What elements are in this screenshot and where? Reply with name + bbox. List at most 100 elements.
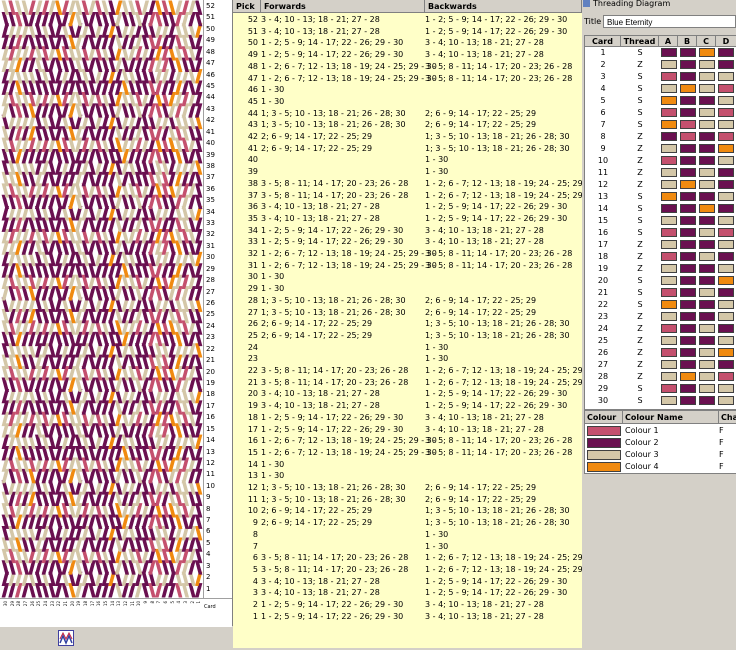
thread-direction[interactable]: S — [621, 395, 659, 407]
hole-b-swatch[interactable] — [680, 156, 696, 165]
colour-row[interactable]: Colour 3 F — [585, 449, 736, 461]
hole-c-swatch[interactable] — [699, 192, 715, 201]
hole-b-swatch[interactable] — [680, 144, 696, 153]
hole-a-swatch[interactable] — [661, 72, 677, 81]
thread-direction[interactable]: S — [621, 95, 659, 107]
hole-b-swatch[interactable] — [680, 216, 696, 225]
table-row[interactable]: 17 1 - 2; 5 - 9; 14 - 17; 22 - 26; 29 - 3… — [233, 424, 582, 435]
colour-name[interactable]: Colour 4 — [625, 461, 659, 473]
table-row[interactable]: 52 3 - 4; 10 - 13; 18 - 21; 27 - 28 1 - 2;… — [233, 14, 582, 25]
hole-b-swatch[interactable] — [680, 168, 696, 177]
card-row[interactable]: 28 Z — [585, 371, 736, 383]
thread-direction[interactable]: S — [621, 227, 659, 239]
hole-a-swatch[interactable] — [661, 96, 677, 105]
card-row[interactable]: 12 Z — [585, 179, 736, 191]
hole-a-swatch[interactable] — [661, 324, 677, 333]
hole-d-swatch[interactable] — [718, 360, 734, 369]
hole-a-swatch[interactable] — [661, 396, 677, 405]
hole-d-swatch[interactable] — [718, 168, 734, 177]
card-row[interactable]: 24 Z — [585, 323, 736, 335]
card-row[interactable]: 1S — [585, 47, 736, 59]
table-row[interactable]: 40 1 - 30 — [233, 154, 582, 165]
hole-b-swatch[interactable] — [680, 252, 696, 261]
card-row[interactable]: 6S — [585, 107, 736, 119]
hole-a-swatch[interactable] — [661, 252, 677, 261]
hole-c-swatch[interactable] — [699, 300, 715, 309]
character-column-header[interactable]: Characte — [719, 411, 736, 424]
table-row[interactable]: 18 1 - 2; 5 - 9; 14 - 17; 22 - 26; 29 - 3… — [233, 412, 582, 423]
thread-direction[interactable]: Z — [621, 335, 659, 347]
table-row[interactable]: 39 1 - 30 — [233, 166, 582, 177]
thread-direction[interactable]: Z — [621, 311, 659, 323]
hole-a-swatch[interactable] — [661, 312, 677, 321]
table-row[interactable]: 63 - 5; 8 - 11; 14 - 17; 20 - 23; 26 - 2… — [233, 552, 582, 563]
hole-d-swatch[interactable] — [718, 348, 734, 357]
hole-d-swatch[interactable] — [718, 192, 734, 201]
hole-c-swatch[interactable] — [699, 372, 715, 381]
hole-a-swatch[interactable] — [661, 360, 677, 369]
thread-direction[interactable]: S — [621, 119, 659, 131]
hole-c-swatch[interactable] — [699, 84, 715, 93]
thread-direction[interactable]: S — [621, 203, 659, 215]
table-row[interactable]: 36 3 - 4; 10 - 13; 18 - 21; 27 - 28 1 - 2;… — [233, 201, 582, 212]
thread-direction[interactable]: Z — [621, 359, 659, 371]
hole-a-header[interactable]: A — [659, 36, 678, 47]
thread-direction[interactable]: S — [621, 299, 659, 311]
hole-b-swatch[interactable] — [680, 396, 696, 405]
forwards-column-header[interactable]: Forwards — [261, 0, 425, 13]
hole-a-swatch[interactable] — [661, 120, 677, 129]
thread-direction[interactable]: Z — [621, 59, 659, 71]
table-row[interactable]: 34 1 - 2; 5 - 9; 14 - 17; 22 - 26; 29 - 3… — [233, 225, 582, 236]
hole-a-swatch[interactable] — [661, 336, 677, 345]
hole-b-header[interactable]: B — [678, 36, 697, 47]
hole-c-swatch[interactable] — [699, 180, 715, 189]
table-row[interactable]: 29 1 - 30 — [233, 283, 582, 294]
colour-name-column-header[interactable]: Colour Name — [623, 411, 719, 424]
thread-direction[interactable]: Z — [621, 143, 659, 155]
colour-row[interactable]: Colour 2 F — [585, 437, 736, 449]
hole-b-swatch[interactable] — [680, 108, 696, 117]
table-row[interactable]: 28 1; 3 - 5; 10 - 13; 18 - 21; 26 - 28; 3… — [233, 295, 582, 306]
hole-c-swatch[interactable] — [699, 132, 715, 141]
card-row[interactable]: 2Z — [585, 59, 736, 71]
card-row[interactable]: 9Z — [585, 143, 736, 155]
hole-b-swatch[interactable] — [680, 132, 696, 141]
hole-d-swatch[interactable] — [718, 108, 734, 117]
hole-c-swatch[interactable] — [699, 228, 715, 237]
hole-d-swatch[interactable] — [718, 48, 734, 57]
colour-row[interactable]: Colour 1 F — [585, 425, 736, 437]
table-row[interactable]: 44 1; 3 - 5; 10 - 13; 18 - 21; 26 - 28; 3… — [233, 108, 582, 119]
hole-d-swatch[interactable] — [718, 372, 734, 381]
hole-c-swatch[interactable] — [699, 60, 715, 69]
table-row[interactable]: 45 1 - 30 — [233, 96, 582, 107]
hole-d-swatch[interactable] — [718, 276, 734, 285]
hole-a-swatch[interactable] — [661, 60, 677, 69]
thread-direction[interactable]: Z — [621, 179, 659, 191]
hole-d-swatch[interactable] — [718, 312, 734, 321]
thread-direction[interactable]: S — [621, 71, 659, 83]
hole-a-swatch[interactable] — [661, 84, 677, 93]
table-row[interactable]: 38 3 - 5; 8 - 11; 14 - 17; 20 - 23; 26 - … — [233, 178, 582, 189]
thread-direction[interactable]: Z — [621, 323, 659, 335]
hole-a-swatch[interactable] — [661, 204, 677, 213]
table-row[interactable]: 8 1 - 30 — [233, 529, 582, 540]
card-row[interactable]: 8Z — [585, 131, 736, 143]
thread-direction[interactable]: S — [621, 83, 659, 95]
table-row[interactable]: 43 - 4; 10 - 13; 18 - 21; 27 - 28 1 - 2; … — [233, 576, 582, 587]
hole-d-swatch[interactable] — [718, 240, 734, 249]
hole-b-swatch[interactable] — [680, 192, 696, 201]
thread-direction[interactable]: S — [621, 47, 659, 59]
table-row[interactable]: 11 1; 3 - 5; 10 - 13; 18 - 21; 26 - 28; 3… — [233, 494, 582, 505]
hole-c-swatch[interactable] — [699, 156, 715, 165]
backwards-column-header[interactable]: Backwards — [425, 0, 582, 13]
table-row[interactable]: 27 1; 3 - 5; 10 - 13; 18 - 21; 26 - 28; 3… — [233, 307, 582, 318]
hole-c-swatch[interactable] — [699, 312, 715, 321]
table-row[interactable]: 43 1; 3 - 5; 10 - 13; 18 - 21; 26 - 28; 3… — [233, 119, 582, 130]
colour-row[interactable]: Colour 4 F — [585, 461, 736, 473]
card-row[interactable]: 18 Z — [585, 251, 736, 263]
card-column-header[interactable]: Card — [585, 36, 621, 47]
hole-c-swatch[interactable] — [699, 168, 715, 177]
table-row[interactable]: 50 1 - 2; 5 - 9; 14 - 17; 22 - 26; 29 - 3… — [233, 37, 582, 48]
thread-direction[interactable]: Z — [621, 263, 659, 275]
thread-direction[interactable]: Z — [621, 131, 659, 143]
